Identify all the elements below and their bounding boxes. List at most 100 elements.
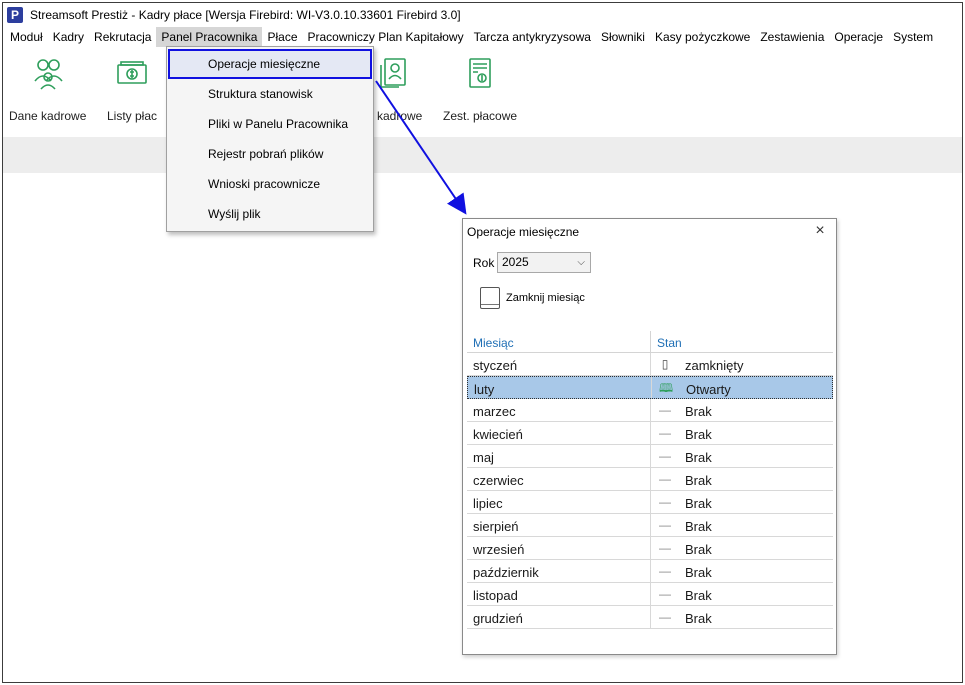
- cell-month: grudzień: [473, 611, 523, 626]
- dash-icon: —: [659, 541, 671, 555]
- menu-item-pliki-w-panelu[interactable]: Pliki w Panelu Pracownika: [167, 109, 373, 139]
- grid-header: Miesiąc Stan: [467, 331, 833, 353]
- cell-month: listopad: [473, 588, 518, 603]
- monthly-operations-dialog: Operacje miesięczne × Rok 2025 ⌵ Zamknij…: [462, 218, 837, 655]
- cell-state: Brak: [685, 473, 712, 488]
- payroll-report-icon: [469, 58, 491, 88]
- ribbon-label: Dane kadrowe: [9, 109, 87, 123]
- column-header-state[interactable]: Stan: [657, 336, 682, 350]
- cell-month: sierpień: [473, 519, 519, 534]
- year-value: 2025: [502, 255, 529, 269]
- column-divider: [650, 353, 651, 375]
- grid-body: styczeń ▯ zamknięty luty 🕮 Otwarty marzec — Brak…: [467, 353, 833, 629]
- menu-panel-pracownika[interactable]: Panel Pracownika: [156, 27, 263, 47]
- panel-pracownika-dropdown: Operacje miesięczne Struktura stanowisk …: [166, 46, 374, 232]
- menu-bar: Moduł Kadry Rekrutacja Panel Pracownika …: [3, 27, 962, 47]
- people-icon: [34, 59, 63, 90]
- table-row[interactable]: styczeń ▯ zamknięty: [467, 353, 833, 376]
- dash-icon: —: [659, 403, 671, 417]
- menu-item-rejestr-pobran[interactable]: Rejestr pobrań plików: [167, 139, 373, 169]
- column-divider: [650, 514, 651, 536]
- column-divider: [650, 583, 651, 605]
- table-row[interactable]: luty 🕮 Otwarty: [467, 376, 833, 399]
- menu-ppk[interactable]: Pracowniczy Plan Kapitałowy: [303, 27, 469, 47]
- cell-state: Brak: [685, 611, 712, 626]
- cell-month: luty: [474, 382, 495, 397]
- dash-icon: —: [659, 610, 671, 624]
- column-divider: [650, 399, 651, 421]
- column-divider: [651, 377, 652, 398]
- cell-month: lipiec: [473, 496, 503, 511]
- money-icon: [117, 61, 147, 84]
- dash-icon: —: [659, 564, 671, 578]
- id-card-icon: [379, 58, 406, 88]
- menu-item-wnioski[interactable]: Wnioski pracownicze: [167, 169, 373, 199]
- toolbar-band: [3, 137, 962, 173]
- table-row[interactable]: sierpień — Brak: [467, 514, 833, 537]
- ribbon-zest-kadrowe-button[interactable]: t. kadrowe: [367, 55, 422, 123]
- cell-state: Brak: [685, 450, 712, 465]
- menu-tarcza[interactable]: Tarcza antykryzysowa: [469, 27, 596, 47]
- close-month-button[interactable]: Zamknij miesiąc: [480, 287, 585, 309]
- table-row[interactable]: czerwiec — Brak: [467, 468, 833, 491]
- cell-state: Brak: [685, 588, 712, 603]
- table-row[interactable]: marzec — Brak: [467, 399, 833, 422]
- close-month-label: Zamknij miesiąc: [506, 292, 585, 304]
- menu-operacje[interactable]: Operacje: [829, 27, 888, 47]
- table-row[interactable]: grudzień — Brak: [467, 606, 833, 629]
- column-divider: [650, 445, 651, 467]
- ribbon-listy-plac-button[interactable]: Listy płac: [107, 55, 157, 123]
- column-divider: [650, 606, 651, 628]
- year-select[interactable]: 2025 ⌵: [497, 252, 591, 273]
- table-row[interactable]: kwiecień — Brak: [467, 422, 833, 445]
- menu-system[interactable]: System: [888, 27, 938, 47]
- dash-icon: —: [659, 495, 671, 509]
- cell-state: Otwarty: [686, 382, 731, 397]
- cell-month: kwiecień: [473, 427, 523, 442]
- table-row[interactable]: listopad — Brak: [467, 583, 833, 606]
- dash-icon: —: [659, 426, 671, 440]
- table-row[interactable]: maj — Brak: [467, 445, 833, 468]
- cell-month: wrzesień: [473, 542, 525, 557]
- cell-state: Brak: [685, 565, 712, 580]
- table-row[interactable]: lipiec — Brak: [467, 491, 833, 514]
- cell-state: Brak: [685, 496, 712, 511]
- app-logo-icon: P: [7, 7, 23, 23]
- dialog-title: Operacje miesięczne: [467, 225, 580, 239]
- column-divider: [650, 560, 651, 582]
- cell-month: styczeń: [473, 358, 518, 373]
- menu-kasy[interactable]: Kasy pożyczkowe: [650, 27, 755, 47]
- menu-slowniki[interactable]: Słowniki: [596, 27, 650, 47]
- ribbon-label: Zest. płacowe: [443, 109, 518, 123]
- cell-month: marzec: [473, 404, 516, 419]
- menu-kadry[interactable]: Kadry: [48, 27, 89, 47]
- menu-item-operacje-miesieczne[interactable]: Operacje miesięczne: [168, 49, 372, 79]
- menu-item-struktura-stanowisk[interactable]: Struktura stanowisk: [167, 79, 373, 109]
- cell-month: czerwiec: [473, 473, 524, 488]
- cell-month: maj: [473, 450, 494, 465]
- dash-icon: —: [659, 587, 671, 601]
- column-header-month[interactable]: Miesiąc: [473, 336, 514, 350]
- column-divider: [650, 537, 651, 559]
- ribbon-dane-kadrowe-button[interactable]: Dane kadrowe: [9, 55, 86, 123]
- column-divider: [650, 491, 651, 513]
- menu-place[interactable]: Płace: [262, 27, 302, 47]
- window-title: Streamsoft Prestiż - Kadry płace [Wersja…: [30, 8, 461, 22]
- column-divider: [650, 468, 651, 490]
- menu-item-wyslij-plik[interactable]: Wyślij plik: [167, 199, 373, 229]
- cell-state: Brak: [685, 519, 712, 534]
- close-icon[interactable]: ×: [812, 223, 828, 239]
- title-bar: P Streamsoft Prestiż - Kadry płace [Wers…: [3, 3, 962, 27]
- table-row[interactable]: październik — Brak: [467, 560, 833, 583]
- cell-state: Brak: [685, 542, 712, 557]
- ribbon-zest-placowe-button[interactable]: Zest. płacowe: [443, 55, 517, 123]
- dash-icon: —: [659, 449, 671, 463]
- cell-state: zamknięty: [685, 358, 744, 373]
- closed-book-icon: ▯: [661, 357, 669, 371]
- year-label: Rok: [473, 256, 495, 270]
- menu-modul[interactable]: Moduł: [5, 27, 48, 47]
- table-row[interactable]: wrzesień — Brak: [467, 537, 833, 560]
- cell-state: Brak: [685, 404, 712, 419]
- menu-rekrutacja[interactable]: Rekrutacja: [89, 27, 156, 47]
- menu-zestawienia[interactable]: Zestawienia: [755, 27, 829, 47]
